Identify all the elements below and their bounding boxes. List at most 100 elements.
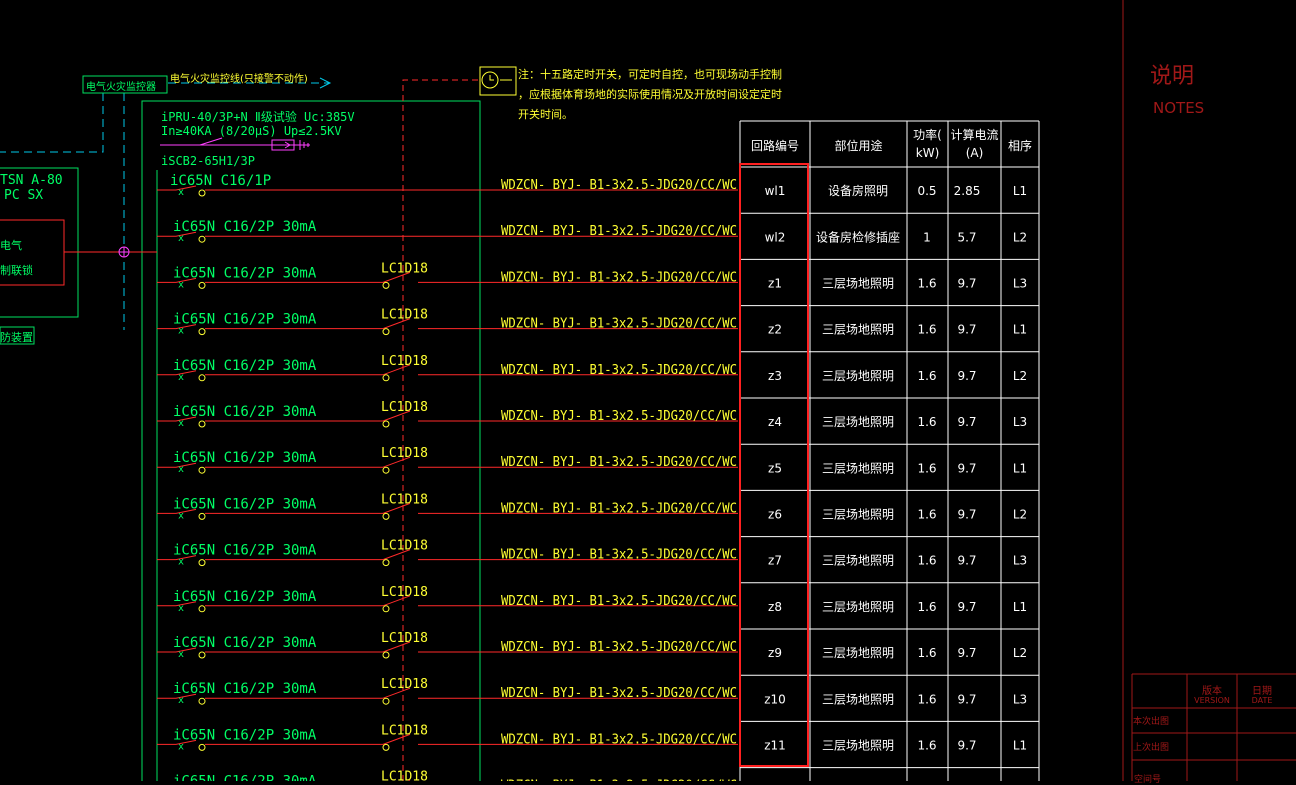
header-power-1: 功率( — [907, 126, 948, 143]
cable-spec-label: WDZCN- BYJ- B1-3x2.5-JDG20/CC/WC — [501, 640, 737, 655]
power-cell: 1.6 — [917, 323, 936, 337]
current-cell: 9.7 — [957, 369, 976, 383]
breaker-contact-icon — [199, 652, 205, 658]
header-phase: 相序 — [1001, 137, 1039, 154]
circuit-id-cell: z5 — [768, 461, 782, 475]
circuit-id-cell: z6 — [768, 508, 782, 522]
spd-spec-label: In≥40KA (8/20μS) Up≤2.5KV — [161, 124, 342, 138]
phase-cell: L1 — [1013, 461, 1027, 475]
power-cell: 1.6 — [917, 508, 936, 522]
contactor-label: LC1D18 — [381, 723, 428, 738]
power-cell: 0.5 — [917, 184, 936, 198]
breaker-label: iC65N C16/2P 30mA — [173, 265, 317, 281]
spd-switch — [200, 138, 222, 145]
cable-spec-label: WDZCN- BYJ- B1-3x2.5-JDG20/CC/WC — [501, 409, 737, 424]
current-cell: 9.7 — [957, 461, 976, 475]
cable-spec-label: WDZCN- BYJ- B1-3x2.5-JDG20/CC/WC — [501, 363, 737, 378]
breaker-contact-icon — [199, 606, 205, 612]
usage-cell: 三层场地照明 — [822, 646, 894, 660]
contactor-coil-icon — [383, 744, 389, 750]
current-cell: 9.7 — [957, 739, 976, 753]
breaker-contact-icon — [199, 329, 205, 335]
current-cell: 9.7 — [957, 600, 976, 614]
usage-cell: 三层场地照明 — [822, 600, 894, 614]
current-cell: 9.7 — [957, 323, 976, 337]
main-breaker-fragment-1: TSN A-80 — [0, 173, 63, 188]
current-cell: 9.7 — [957, 508, 976, 522]
current-cell: 9.7 — [957, 646, 976, 660]
contactor-label: LC1D18 — [381, 631, 428, 646]
cable-spec-label: WDZCN- BYJ- B1-3x2.5-JDG20/CC/WC — [501, 455, 737, 470]
contactor-label: LC1D18 — [381, 354, 428, 369]
notes-title-en: NOTES — [1153, 99, 1204, 117]
circuit-id-cell: z7 — [768, 554, 782, 568]
power-cell: 1.6 — [917, 600, 936, 614]
usage-cell: 设备房照明 — [828, 183, 888, 198]
usage-cell: 三层场地照明 — [822, 739, 894, 753]
contactor-coil-icon — [383, 375, 389, 381]
timer-clock-hands — [490, 75, 512, 80]
contactor-coil-icon — [383, 606, 389, 612]
fire-monitor-box-label: 电气火灾监控器 — [86, 78, 156, 93]
header-usage: 部位用途 — [810, 137, 907, 154]
breaker-label: iC65N C16/2P 30mA — [173, 589, 317, 605]
usage-cell: 三层场地照明 — [822, 508, 894, 522]
breaker-label: iC65N C16/2P 30mA — [173, 404, 317, 420]
cable-spec-label: WDZCN- BYJ- B1-3x2.5-JDG20/CC/WC — [501, 732, 737, 747]
phase-cell: L1 — [1013, 184, 1027, 198]
current-cell: 2.85 — [954, 184, 981, 198]
breaker-label: iC65N C16/2P 30mA — [173, 358, 317, 374]
breaker-label: iC65N C16/2P 30mA — [173, 496, 317, 512]
contactor-label: LC1D18 — [381, 492, 428, 507]
contactor-coil-icon — [383, 560, 389, 566]
power-cell: 1.6 — [917, 277, 936, 291]
left-fragment-2: 制联锁 — [0, 262, 33, 278]
contactor-coil-icon — [383, 421, 389, 427]
date-label-en: DATE — [1237, 696, 1287, 705]
phase-cell: L3 — [1013, 415, 1027, 429]
power-cell: 1.6 — [917, 369, 936, 383]
timer-control-line — [403, 80, 480, 781]
timer-note-line-2: ，应根据体育场地的实际使用情况及开放时间设定定时 — [518, 86, 782, 102]
breaker-label: iC65N C16/2P 30mA — [173, 543, 317, 559]
timer-note-line-1: 注：十五路定时开关，可定时自控，也可现场动手控制 — [518, 66, 782, 82]
contactor-label: LC1D18 — [381, 308, 428, 323]
notes-title: 说明 — [1150, 58, 1194, 90]
circuit-id-cell: wl1 — [765, 184, 786, 198]
cabinet-frame — [142, 101, 480, 781]
cable-spec-label: WDZCN- BYJ- B1-3x2.5-JDG20/CC/WC — [501, 548, 737, 563]
phase-cell: L2 — [1013, 230, 1027, 244]
breaker-contact-icon — [199, 467, 205, 473]
timer-note-line-3: 开关时间。 — [518, 106, 573, 122]
circuit-id-cell: z4 — [768, 415, 782, 429]
breaker-label: iC65N C16/2P 30mA — [173, 727, 317, 743]
usage-cell: 三层场地照明 — [822, 692, 894, 706]
date-label-cn: 日期 — [1237, 682, 1287, 697]
power-cell: 1 — [923, 230, 931, 244]
left-fragment-3: 防装置 — [0, 329, 33, 345]
power-cell: 1.6 — [917, 415, 936, 429]
power-cell: 1.6 — [917, 461, 936, 475]
circuit-id-cell: wl2 — [765, 230, 786, 244]
power-cell: 1.6 — [917, 739, 936, 753]
phase-cell: L3 — [1013, 277, 1027, 291]
power-cell: 1.6 — [917, 646, 936, 660]
usage-cell: 三层场地照明 — [822, 277, 894, 291]
cable-spec-label: WDZCN- BYJ- B1-3x2.5-JDG20/CC/WC — [501, 686, 737, 701]
circuit-id-cell: z8 — [768, 600, 782, 614]
header-current-1: 计算电流 — [948, 126, 1001, 143]
breaker-contact-icon — [199, 282, 205, 288]
breaker-contact-icon — [199, 421, 205, 427]
breaker-label: iC65N C16/2P 30mA — [173, 635, 317, 651]
cable-spec-label: WDZCN- BYJ- B1-3x2.5-JDG20/CC/WC — [501, 317, 737, 332]
contactor-label: LC1D18 — [381, 677, 428, 692]
circuit-id-cell: z11 — [764, 739, 786, 753]
usage-cell: 三层场地照明 — [822, 415, 894, 429]
breaker-contact-icon — [199, 190, 205, 196]
cable-spec-label: WDZCN- BYJ- B1-3x2.5-JDG20/CC/WC — [501, 224, 737, 239]
fire-monitor-drop — [0, 93, 103, 152]
current-cell: 9.7 — [957, 554, 976, 568]
phase-cell: L1 — [1013, 739, 1027, 753]
contactor-label: LC1D18 — [381, 261, 428, 276]
phase-cell: L2 — [1013, 369, 1027, 383]
